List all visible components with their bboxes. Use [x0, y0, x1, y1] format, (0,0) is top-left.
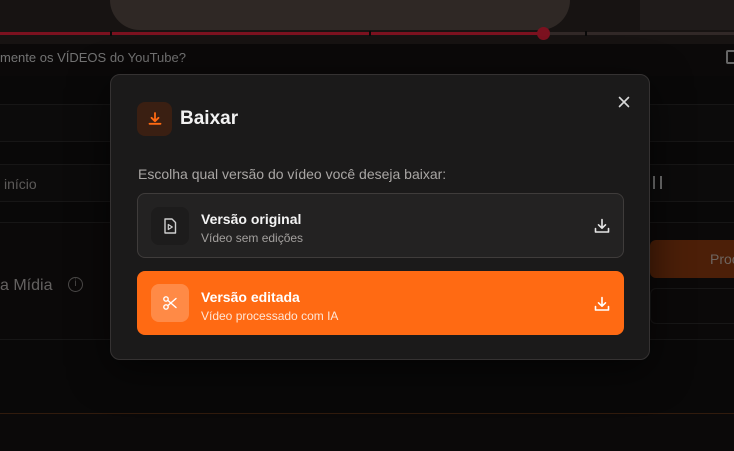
option-description: Vídeo sem edições	[201, 231, 304, 245]
option-description: Vídeo processado com IA	[201, 309, 339, 323]
app-window: mente os VÍDEOS do YouTube? início a Míd…	[0, 0, 734, 451]
download-icon	[137, 102, 172, 136]
download-icon	[594, 218, 610, 233]
edited-version-option[interactable]: Versão editada Vídeo processado com IA	[137, 271, 624, 335]
option-title: Versão original	[201, 211, 302, 227]
download-dialog: Baixar Escolha qual versão do vídeo você…	[110, 74, 650, 360]
dialog-subtitle: Escolha qual versão do vídeo você deseja…	[138, 166, 447, 182]
original-version-option[interactable]: Versão original Vídeo sem edições	[137, 193, 624, 258]
option-title: Versão editada	[201, 289, 300, 305]
close-icon	[618, 96, 630, 108]
scissors-icon	[151, 284, 189, 322]
video-file-icon	[151, 207, 189, 245]
dialog-title: Baixar	[180, 108, 239, 129]
download-icon	[594, 296, 610, 311]
close-button[interactable]	[613, 91, 635, 113]
